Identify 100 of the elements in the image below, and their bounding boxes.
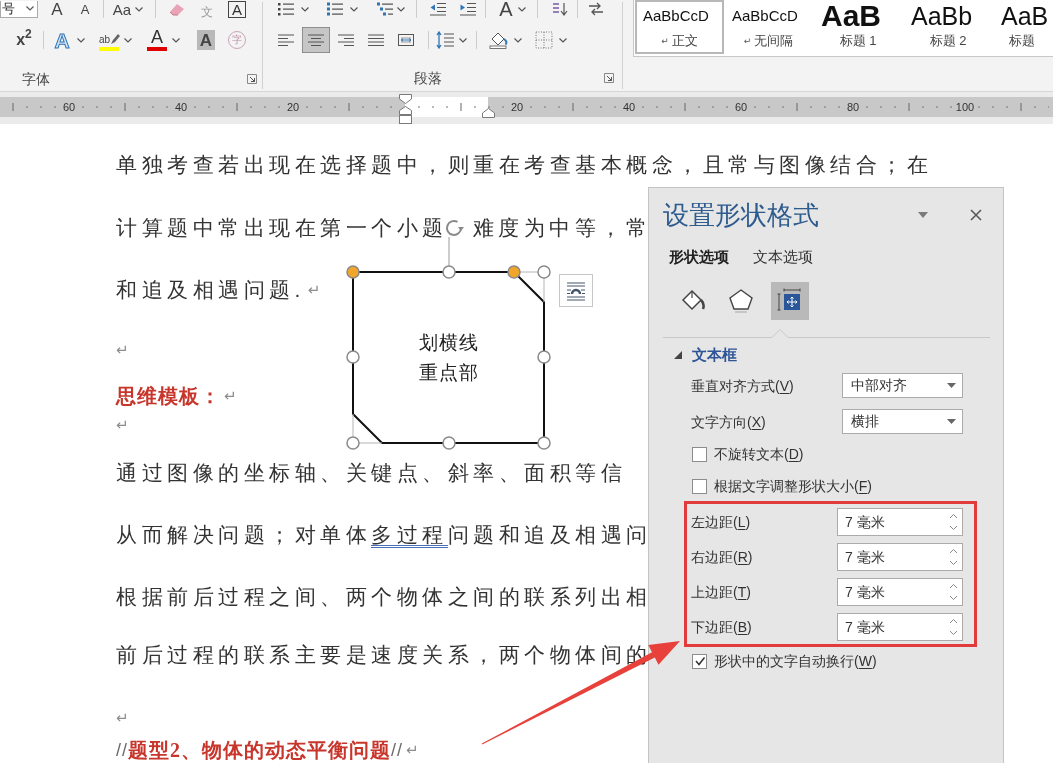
caret-icon[interactable] [135,6,143,12]
paragraph-mark: ↵ [743,36,752,46]
style-name: 标题 1 [839,33,877,49]
adjust-handle[interactable] [507,265,521,279]
align-center-button[interactable] [302,27,330,53]
style-item[interactable]: AaBb 标题 2 [903,0,993,54]
ruler-number: 60 [734,100,748,114]
resize-handle[interactable] [537,265,551,279]
checkbox-label: 形状中的文字自动换行(W) [714,652,877,670]
caret-icon[interactable] [559,37,567,43]
size-layout-icon[interactable] [771,282,809,320]
change-case-button[interactable]: Aa [112,0,132,18]
rotate-handle-icon[interactable] [446,219,464,267]
paint-bucket-icon[interactable] [489,31,509,49]
ruler-number: 40 [174,100,188,114]
bullets-icon[interactable] [278,2,294,16]
slash-text: // [116,739,128,762]
dropdown[interactable]: 横排 [842,409,963,434]
paragraph-mark: ↵ [116,415,129,436]
arrows-icon[interactable] [588,2,604,16]
left-indent-marker[interactable] [399,115,412,124]
field-label: 左边距(L) [691,513,752,531]
shrink-font-button[interactable]: A [76,0,94,18]
color-bar-icon [147,47,167,51]
caret-icon[interactable] [172,37,180,43]
checkbox-label: 不旋转文本(D) [714,445,804,463]
caret-icon[interactable] [350,6,358,12]
line-spacing-icon[interactable] [436,31,454,49]
expand-arrow-icon[interactable] [674,351,682,359]
field-label: 右边距(R) [691,548,754,566]
caret-icon[interactable] [77,37,85,43]
character-shading-button[interactable]: A [197,30,215,50]
style-item[interactable]: AaB 标题 1 [813,0,903,54]
tab[interactable]: 文本选项 [753,247,813,267]
font-color-button[interactable]: A [147,29,167,51]
caret-icon[interactable] [514,37,522,43]
body-text: 难度为中等，常 [472,216,651,240]
caret-icon[interactable] [459,37,467,43]
spin-arrows-icon[interactable] [949,617,958,637]
field-label: 上边距(T) [691,583,752,601]
caret-icon[interactable] [301,6,309,12]
body-text: 根据前后过程之间、两个物体之间的联系列出相 [116,585,652,609]
decrease-indent-icon[interactable] [430,2,446,16]
resize-handle[interactable] [537,350,551,364]
numbering-icon[interactable] [327,2,343,16]
dropdown[interactable]: 中部对齐 [842,373,963,398]
spin-arrows-icon[interactable] [949,582,958,602]
field-label: 下边距(B) [691,618,753,636]
checkbox[interactable] [692,478,707,494]
resize-handle[interactable] [442,265,456,279]
field-label: 文字方向(X) [691,412,767,431]
adjust-handle[interactable] [346,265,360,279]
layout-options-icon[interactable] [559,274,593,307]
spin-box[interactable]: 7 毫米 [837,578,963,606]
spin-box[interactable]: 7 毫米 [837,508,963,536]
multilevel-list-icon[interactable] [377,2,393,16]
caret-icon [947,383,956,388]
first-line-indent-marker[interactable] [399,94,412,104]
resize-handle[interactable] [346,436,360,450]
spin-box[interactable]: 7 毫米 [837,613,963,641]
resize-handle[interactable] [537,436,551,450]
superscript-button[interactable]: x$^{2}$ [14,29,34,51]
slash-text: // [391,739,404,762]
character-border-button[interactable]: A [228,0,246,18]
sort-icon[interactable] [552,2,568,16]
spin-box[interactable]: 7 毫米 [837,543,963,571]
caret-icon[interactable] [124,37,132,43]
spin-arrows-icon[interactable] [949,512,958,532]
ruler-number: 60 [62,100,76,114]
body-text: 通过图像的坐标轴、关键点、斜率、面积等信 [116,461,626,485]
checkbox[interactable] [692,446,707,462]
spin-arrows-icon[interactable] [949,547,958,567]
body-text: 和追及相遇问题. [116,278,305,302]
asian-layout-button[interactable]: A [498,0,514,18]
style-preview: AaBbCcD [643,6,709,26]
section-title[interactable]: 文本框 [692,347,737,363]
grow-font-button[interactable]: A [48,0,66,18]
style-item[interactable]: AaBbCcD ↵ 正文 [635,0,724,54]
resize-handle[interactable] [442,436,456,450]
caret-icon[interactable] [26,6,34,11]
justify-icon [368,34,384,46]
style-item[interactable]: AaBbCcD ↵ 无间隔 [724,0,813,54]
increase-indent-icon[interactable] [460,2,476,16]
dialog-launcher-icon[interactable] [247,74,257,84]
caret-icon[interactable] [397,6,405,12]
body-text: 单独考查若出现在选择题中，则重在考查基本概念，且常与图像结合；在 [116,153,932,177]
font-size-field[interactable]: 号 [0,0,38,18]
color-bar-icon [99,47,119,51]
caret-icon[interactable] [918,212,928,218]
resize-handle[interactable] [346,350,360,364]
caret-icon[interactable] [518,6,526,12]
checkbox[interactable] [692,653,707,669]
style-item[interactable]: AaB 标题 [993,0,1051,54]
heading-text: 思维模板： [116,384,221,408]
hanging-indent-marker[interactable] [399,106,412,115]
right-indent-marker[interactable] [482,108,495,118]
close-icon[interactable] [970,209,982,221]
tab[interactable]: 形状选项 [669,247,729,267]
highlight-button[interactable]: ab [99,29,119,51]
dialog-launcher-icon[interactable] [604,73,614,83]
